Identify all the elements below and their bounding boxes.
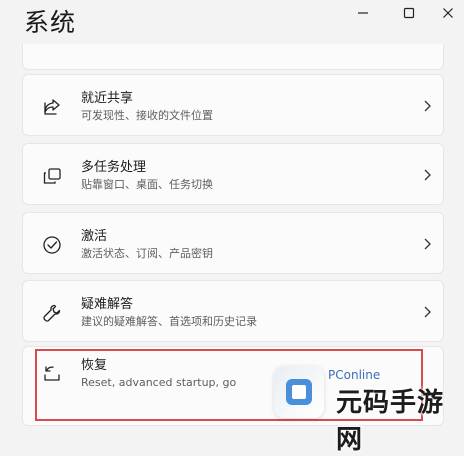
item-subtitle: 激活状态、订阅、产品密钥 [81, 247, 213, 260]
item-title: 激活 [81, 229, 108, 244]
close-button[interactable] [432, 0, 464, 26]
chevron-right-icon [421, 97, 433, 115]
item-subtitle: 可发现性、接收的文件位置 [81, 109, 213, 122]
maximize-icon [403, 7, 415, 19]
settings-item-nearby-sharing[interactable]: 就近共享 可发现性、接收的文件位置 [22, 74, 444, 136]
wrench-icon [41, 302, 63, 324]
minimize-button[interactable] [340, 0, 386, 26]
settings-item-activation[interactable]: 激活 激活状态、订阅、产品密钥 [22, 212, 444, 274]
multitask-icon [41, 165, 63, 187]
watermark-brand: PConline [328, 368, 381, 382]
item-title: 多任务处理 [81, 160, 147, 175]
item-subtitle: 建议的疑难解答、首选项和历史记录 [81, 315, 257, 328]
item-title: 疑难解答 [81, 297, 134, 312]
minimize-icon [358, 12, 368, 14]
maximize-button[interactable] [386, 0, 432, 26]
chevron-right-icon [421, 303, 433, 321]
item-subtitle: 贴靠窗口、桌面、任务切换 [81, 178, 213, 191]
chevron-right-icon [421, 166, 433, 184]
title-bar: 系统 [0, 0, 464, 46]
chevron-right-icon [421, 235, 433, 253]
share-icon [41, 96, 63, 118]
activation-icon [41, 234, 63, 256]
settings-item-multitasking[interactable]: 多任务处理 贴靠窗口、桌面、任务切换 [22, 143, 444, 205]
watermark-logo [274, 366, 324, 418]
item-title: 就近共享 [81, 91, 134, 106]
settings-item-partial[interactable] [22, 44, 444, 70]
watermark-site-name: 元码手游网 [336, 388, 445, 455]
page-title: 系统 [24, 8, 77, 37]
settings-item-troubleshoot[interactable]: 疑难解答 建议的疑难解答、首选项和历史记录 [22, 280, 444, 342]
close-icon [443, 8, 453, 18]
